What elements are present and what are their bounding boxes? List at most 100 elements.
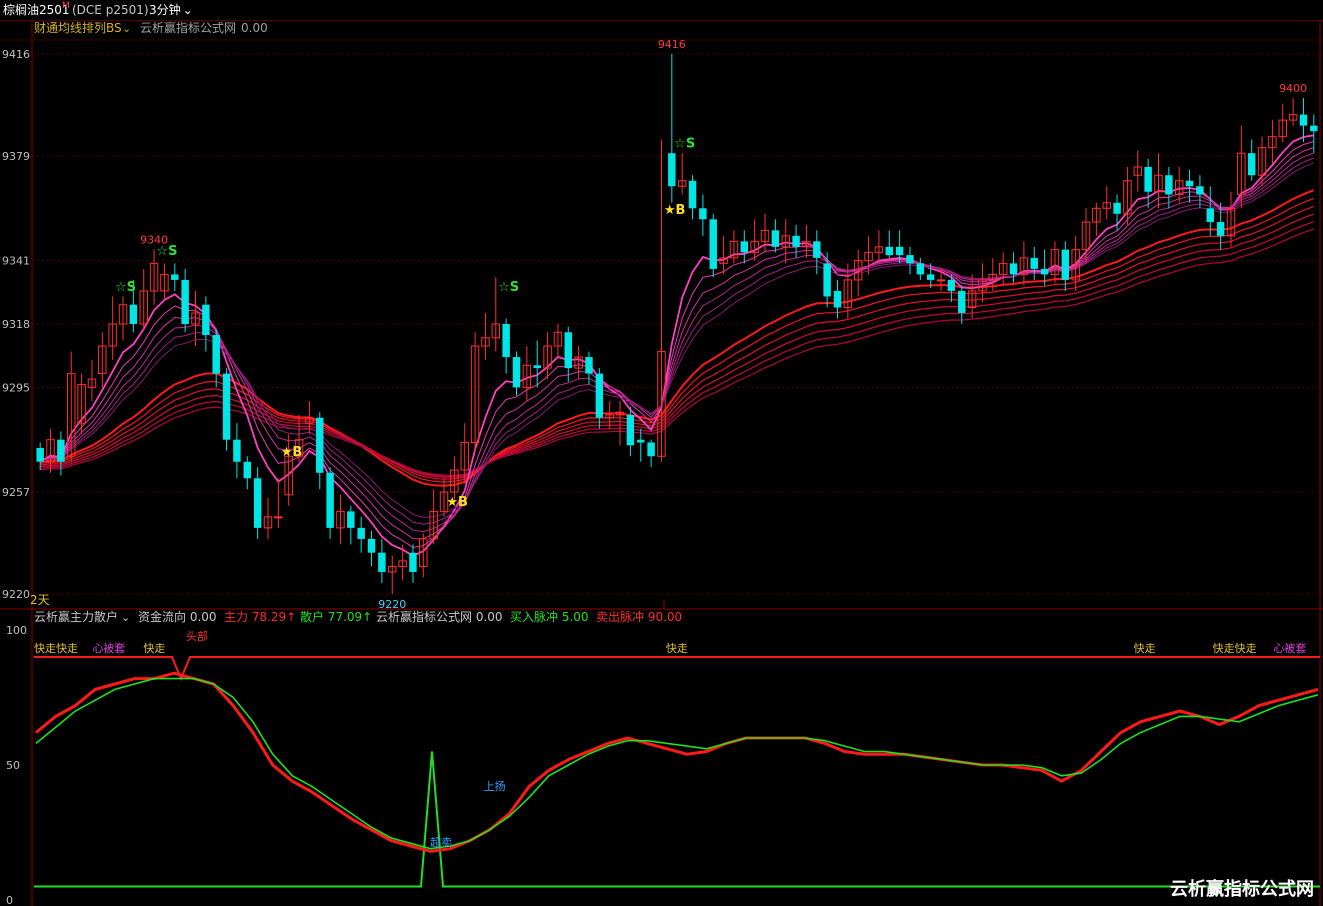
chevron-down-icon: ⌄: [122, 22, 131, 35]
candle-body: [792, 235, 800, 247]
sell-signal-marker: ☆S: [498, 280, 519, 295]
osc-tick-label: 100: [6, 624, 27, 637]
slow-ma-line: [40, 197, 1315, 483]
chevron-down-icon: ⌄: [121, 611, 130, 624]
osc-legend-item: 散户 77.09↑: [300, 609, 372, 624]
candle-body: [1030, 257, 1038, 269]
candle-body: [595, 373, 604, 418]
legend: 财通均线排列BS ⌄ 云析赢指标公式网 0.00 2天 云析赢主力散户 ⌄: [30, 20, 268, 624]
candle-body: [243, 461, 252, 479]
osc-annotation: 超卖: [430, 835, 452, 849]
candle-body: [936, 279, 946, 282]
ma-indicator-name[interactable]: 财通均线排列BS: [34, 21, 122, 35]
candle-body: [823, 263, 831, 297]
candle-body: [1040, 268, 1049, 275]
candle-body: [326, 472, 334, 528]
candle-body: [274, 516, 283, 519]
buy-pulse-line: [34, 751, 1320, 888]
candle-body: [1113, 202, 1121, 214]
candle-body: [367, 538, 376, 553]
osc-annotation: 快走快走: [34, 642, 78, 655]
osc-indicator-name[interactable]: 云析赢主力散户: [34, 609, 118, 624]
candle-body: [129, 304, 138, 324]
candle-body: [212, 335, 220, 374]
retail-line: [35, 677, 1319, 850]
candle-body: [647, 442, 655, 457]
osc-legend-item: 买入脉冲 5.00: [510, 609, 589, 624]
osc-annotation: 上扬: [484, 779, 506, 793]
price-tick-label: 9379: [2, 150, 30, 163]
candle-body: [637, 439, 645, 443]
price-tick-label: 9318: [2, 318, 30, 331]
candle-body: [409, 552, 417, 572]
price-tick-label: 9341: [2, 255, 30, 268]
buy-signal-marker: ★B: [446, 495, 468, 510]
candle-body: [947, 279, 956, 291]
candle-body: [253, 478, 262, 528]
ma-ribbons: [39, 134, 1315, 558]
main-force-line: [35, 671, 1319, 853]
candle-body: [1196, 186, 1204, 195]
candle-body: [833, 290, 842, 308]
high-price-label: 9400: [1279, 82, 1307, 95]
buy-signal-marker: ★B: [664, 203, 686, 218]
sell-signal-marker: ☆S: [115, 280, 136, 295]
candle-body: [233, 439, 241, 462]
candle-body: [668, 153, 676, 187]
candle-body: [1009, 263, 1018, 275]
candle-body: [699, 208, 707, 220]
candle-body: [926, 274, 935, 280]
candle-body: [1144, 166, 1152, 192]
osc-legend-item: 卖出脉冲 90.00: [596, 609, 682, 624]
candle-body: [1310, 125, 1318, 132]
sell-signal-marker: ☆S: [674, 137, 695, 152]
candle-body: [316, 417, 324, 473]
candle-body: [502, 324, 510, 358]
price-tick-label: 9257: [2, 486, 30, 499]
osc-annotation: 心被套: [92, 642, 125, 655]
buy-signal-marker: ★B: [281, 445, 303, 460]
oscillator-panel: 资金流向 0.00 主力 78.29↑ 散户 77.09↑ 云析赢指标公式网 0.00…: [34, 609, 1320, 888]
sell-pulse-line: [34, 656, 1320, 682]
source-value: 0.00: [241, 21, 268, 35]
osc-annotation: 心被套: [1273, 642, 1306, 655]
slow-ma-line: [40, 228, 1314, 477]
source-name: 云析赢指标公式网: [140, 20, 236, 35]
candle-body: [740, 241, 749, 253]
price-tick-label: 9220: [2, 588, 30, 601]
price-tick-label: 9416: [2, 48, 30, 61]
candle-body: [1247, 153, 1256, 176]
high-price-label: 9416: [658, 38, 686, 51]
osc-tick-label: 50: [6, 759, 20, 772]
candle-body: [958, 290, 966, 313]
candle-body: [585, 357, 593, 374]
candle-body: [885, 246, 894, 256]
candle-body: [533, 365, 541, 369]
candle-body: [709, 219, 717, 269]
candle-body: [626, 414, 635, 446]
candle-body: [347, 511, 355, 528]
chart-area[interactable]: 9416934092209400☆S☆S★B★B☆S★B☆S 资金流向 0.00…: [0, 0, 1323, 906]
candle-body: [181, 279, 189, 324]
osc-legend-item: 主力 78.29↑: [224, 610, 296, 624]
candle-body: [1206, 208, 1215, 223]
watermark: 云析赢指标公式网: [1170, 878, 1314, 900]
candle-body: [36, 447, 44, 462]
candle-body: [1061, 249, 1070, 280]
candle-body: [771, 230, 780, 247]
osc-tick-label: 0: [6, 894, 13, 906]
candle-body: [895, 246, 904, 256]
fast-ma-line: [39, 134, 1314, 558]
osc-annotation: 快走: [666, 642, 688, 655]
osc-annotation: 快走: [1134, 642, 1156, 655]
candle-body: [378, 552, 386, 572]
candle-body: [1216, 222, 1225, 236]
sell-signal-marker: ☆S: [156, 244, 177, 259]
candle-body: [688, 180, 697, 209]
price-axis: 9220 9257 9295 9318 9341 9379 9416 0 50 100: [2, 48, 30, 906]
candle-body: [1185, 180, 1194, 187]
candle-body: [512, 357, 521, 388]
slow-ma-line: [40, 213, 1315, 478]
candle-body: [906, 255, 914, 264]
candle-body: [1165, 175, 1173, 195]
